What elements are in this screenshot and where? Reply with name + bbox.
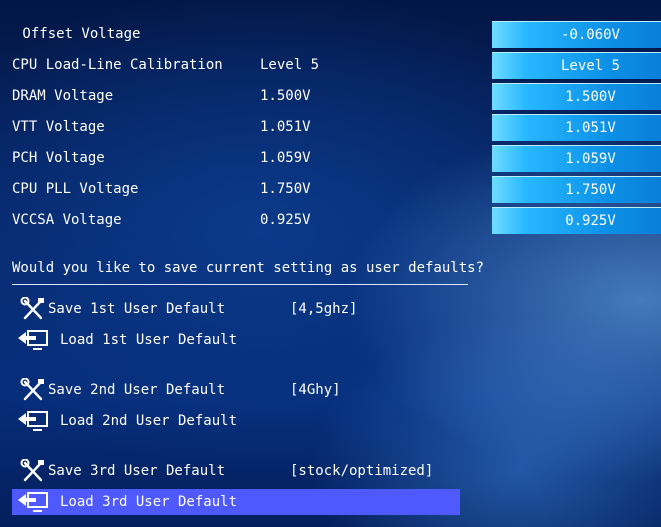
setting-value-box[interactable]: 0.925V bbox=[492, 207, 661, 234]
save-label: Save 2nd User Default bbox=[48, 382, 226, 398]
load-label: Load 1st User Default bbox=[60, 332, 238, 348]
save-3rd-user-default-item[interactable]: Save 3rd User Default [stock/optimized] bbox=[12, 458, 460, 484]
setting-value-box[interactable]: 1.059V bbox=[492, 145, 661, 172]
save-label: Save 3rd User Default bbox=[48, 463, 226, 479]
setting-label: DRAM Voltage bbox=[12, 88, 114, 104]
setting-row-vtt-voltage[interactable]: VTT Voltage 1.051V 1.051V bbox=[0, 114, 661, 142]
setting-label: Offset Voltage bbox=[14, 26, 141, 42]
setting-value: 0.925V bbox=[260, 212, 311, 228]
setting-row-dram-voltage[interactable]: DRAM Voltage 1.500V 1.500V bbox=[0, 83, 661, 111]
load-label: Load 3rd User Default bbox=[60, 494, 238, 510]
setting-label: CPU Load-Line Calibration bbox=[12, 57, 223, 73]
save-prompt: Would you like to save current setting a… bbox=[12, 260, 485, 276]
setting-value-box[interactable]: 1.051V bbox=[492, 114, 661, 141]
setting-label: VTT Voltage bbox=[12, 119, 105, 135]
load-arrow-monitor-icon bbox=[18, 411, 48, 431]
wrench-screwdriver-icon bbox=[20, 297, 44, 320]
profile-note: [4,5ghz] bbox=[290, 301, 358, 317]
setting-value-box[interactable]: 1.500V bbox=[492, 83, 661, 110]
setting-row-pch-voltage[interactable]: PCH Voltage 1.059V 1.059V bbox=[0, 145, 661, 173]
setting-value: 1.059V bbox=[260, 150, 311, 166]
wrench-screwdriver-icon bbox=[20, 378, 44, 401]
setting-value: 1.750V bbox=[260, 181, 311, 197]
profile-note: [stock/optimized] bbox=[290, 463, 434, 479]
load-1st-user-default-item[interactable]: Load 1st User Default bbox=[12, 327, 460, 353]
setting-row-offset-voltage[interactable]: Offset Voltage -0.060V bbox=[0, 21, 661, 49]
setting-label: VCCSA Voltage bbox=[12, 212, 122, 228]
load-2nd-user-default-item[interactable]: Load 2nd User Default bbox=[12, 408, 460, 434]
load-label: Load 2nd User Default bbox=[60, 413, 238, 429]
setting-value-box[interactable]: -0.060V bbox=[492, 21, 661, 48]
wrench-screwdriver-icon bbox=[20, 459, 44, 482]
setting-row-vccsa-voltage[interactable]: VCCSA Voltage 0.925V 0.925V bbox=[0, 207, 661, 235]
save-1st-user-default-item[interactable]: Save 1st User Default [4,5ghz] bbox=[12, 296, 460, 322]
setting-value-box[interactable]: Level 5 bbox=[492, 52, 661, 79]
setting-label: PCH Voltage bbox=[12, 150, 105, 166]
setting-value: 1.500V bbox=[260, 88, 311, 104]
load-3rd-user-default-item[interactable]: Load 3rd User Default bbox=[12, 489, 460, 515]
setting-value-box[interactable]: 1.750V bbox=[492, 176, 661, 203]
load-arrow-monitor-icon bbox=[18, 330, 48, 350]
setting-value: Level 5 bbox=[260, 57, 320, 73]
save-label: Save 1st User Default bbox=[48, 301, 226, 317]
setting-value: 1.051V bbox=[260, 119, 311, 135]
profile-note: [4Ghy] bbox=[290, 382, 341, 398]
setting-row-cpu-pll-voltage[interactable]: CPU PLL Voltage 1.750V 1.750V bbox=[0, 176, 661, 204]
load-arrow-monitor-icon bbox=[18, 492, 48, 512]
setting-label: CPU PLL Voltage bbox=[12, 181, 139, 197]
divider bbox=[12, 284, 468, 285]
save-2nd-user-default-item[interactable]: Save 2nd User Default [4Ghy] bbox=[12, 377, 460, 403]
setting-row-load-line-calibration[interactable]: CPU Load-Line Calibration Level 5 Level … bbox=[0, 52, 661, 80]
